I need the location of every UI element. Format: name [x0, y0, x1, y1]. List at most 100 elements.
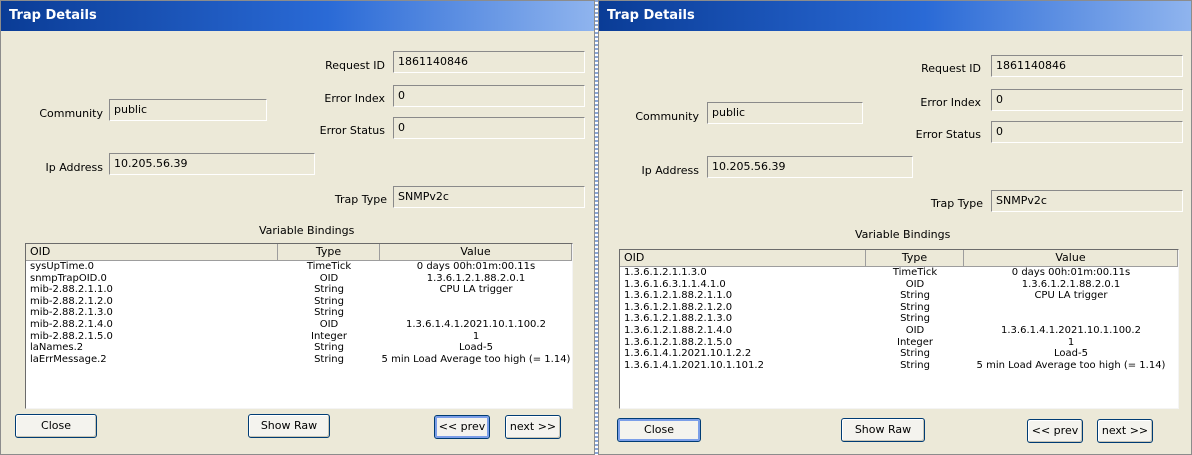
- oid-cell: laNames.2: [30, 342, 84, 354]
- value-cell: 1: [472, 330, 480, 342]
- type-cell: String: [900, 301, 930, 313]
- type-cell: OID: [319, 272, 339, 284]
- oid-cell: mib-2.88.2.1.3.0: [30, 307, 113, 319]
- table-row[interactable]: 1.3.6.1.2.1.88.2.1.4.0 OID 1.3.6.1.4.1.202…: [620, 325, 1178, 337]
- type-cell: String: [314, 307, 344, 319]
- variable-bindings-table[interactable]: OID Type Value 1.3.6.1.2.1.1.3.0 TimeTick…: [619, 249, 1179, 409]
- column-header-oid[interactable]: OID: [620, 250, 866, 267]
- oid-cell: 1.3.6.1.2.1.88.2.1.3.0: [624, 313, 733, 325]
- show-raw-button[interactable]: Show Raw: [248, 414, 330, 438]
- trap-details-dialog-numeric: Trap Details Request ID 1861140846 Error…: [598, 0, 1192, 455]
- prev-button[interactable]: << prev: [1027, 419, 1083, 443]
- next-button[interactable]: next >>: [1097, 419, 1153, 443]
- table-row[interactable]: laErrMessage.2 String 5 min Load Average t…: [26, 354, 572, 366]
- value-cell: CPU LA trigger: [439, 284, 513, 296]
- type-cell: String: [900, 290, 930, 302]
- value-cell: 1.3.6.1.2.1.88.2.0.1: [1021, 278, 1121, 290]
- close-button[interactable]: Close: [617, 418, 701, 442]
- table-row[interactable]: 1.3.6.1.2.1.88.2.1.1.0 String CPU LA trigg…: [620, 290, 1178, 302]
- table-row[interactable]: 1.3.6.1.2.1.88.2.1.2.0 String: [620, 302, 1178, 314]
- ip-address-field[interactable]: 10.205.56.39: [707, 156, 913, 178]
- ip-address-field[interactable]: 10.205.56.39: [109, 153, 315, 175]
- show-raw-button[interactable]: Show Raw: [841, 418, 925, 442]
- type-cell: OID: [319, 318, 339, 330]
- type-cell: String: [314, 284, 344, 296]
- table-row[interactable]: mib-2.88.2.1.5.0 Integer 1: [26, 331, 572, 343]
- column-header-type[interactable]: Type: [866, 250, 964, 267]
- request-id-field[interactable]: 1861140846: [393, 51, 585, 73]
- oid-cell: sysUpTime.0: [30, 261, 95, 272]
- table-row[interactable]: 1.3.6.1.2.1.88.2.1.5.0 Integer 1: [620, 337, 1178, 349]
- oid-cell: mib-2.88.2.1.1.0: [30, 284, 113, 296]
- dialog-title-bar: Trap Details: [599, 1, 1191, 31]
- error-status-label: Error Status: [915, 128, 981, 141]
- error-index-label: Error Index: [324, 92, 385, 105]
- error-status-field[interactable]: 0: [393, 117, 585, 139]
- close-button[interactable]: Close: [15, 414, 97, 438]
- value-cell: 0 days 00h:01m:00.11s: [416, 261, 536, 272]
- table-row[interactable]: mib-2.88.2.1.1.0 String CPU LA trigger: [26, 284, 572, 296]
- error-index-field[interactable]: 0: [991, 89, 1183, 111]
- value-cell: CPU LA trigger: [1034, 290, 1108, 302]
- error-index-field[interactable]: 0: [393, 85, 585, 107]
- trap-details-dialog-symbolic: Trap Details Request ID 1861140846 Error…: [0, 0, 595, 455]
- prev-button[interactable]: << prev: [434, 415, 490, 439]
- table-row[interactable]: 1.3.6.1.2.1.1.3.0 TimeTick 0 days 00h:01m:…: [620, 267, 1178, 279]
- trap-type-field[interactable]: SNMPv2c: [393, 186, 585, 208]
- oid-cell: snmpTrapOID.0: [30, 272, 107, 284]
- community-field[interactable]: public: [109, 99, 267, 121]
- type-cell: TimeTick: [892, 267, 938, 278]
- type-cell: String: [314, 295, 344, 307]
- variable-bindings-label: Variable Bindings: [855, 228, 951, 241]
- table-row[interactable]: mib-2.88.2.1.3.0 String: [26, 307, 572, 319]
- table-row[interactable]: snmpTrapOID.0 OID 1.3.6.1.2.1.88.2.0.1: [26, 273, 572, 285]
- request-id-field[interactable]: 1861140846: [991, 55, 1183, 77]
- ip-address-label: Ip Address: [641, 164, 699, 177]
- table-row[interactable]: laNames.2 String Load-5: [26, 342, 572, 354]
- oid-cell: 1.3.6.1.2.1.1.3.0: [624, 267, 707, 278]
- value-cell: Load-5: [1054, 348, 1088, 360]
- table-row[interactable]: 1.3.6.1.6.3.1.1.4.1.0 OID 1.3.6.1.2.1.88.2…: [620, 279, 1178, 291]
- trap-type-field[interactable]: SNMPv2c: [991, 190, 1183, 212]
- value-cell: 1: [1067, 336, 1075, 348]
- trap-type-label: Trap Type: [930, 197, 983, 210]
- value-cell: 5 min Load Average too high (= 1.14): [381, 353, 571, 365]
- ip-address-label: Ip Address: [45, 161, 103, 174]
- table-header: OID Type Value: [620, 250, 1178, 267]
- type-cell: String: [314, 353, 344, 365]
- oid-cell: 1.3.6.1.2.1.88.2.1.1.0: [624, 290, 733, 302]
- table-rows: sysUpTime.0 TimeTick 0 days 00h:01m:00.11s…: [26, 261, 572, 365]
- oid-cell: 1.3.6.1.4.1.2021.10.1.101.2: [624, 359, 764, 371]
- community-label: Community: [39, 107, 103, 120]
- oid-cell: 1.3.6.1.2.1.88.2.1.5.0: [624, 336, 733, 348]
- trap-type-label: Trap Type: [334, 193, 387, 206]
- table-rows: 1.3.6.1.2.1.1.3.0 TimeTick 0 days 00h:01m:…: [620, 267, 1178, 371]
- table-row[interactable]: sysUpTime.0 TimeTick 0 days 00h:01m:00.11s: [26, 261, 572, 273]
- table-header: OID Type Value: [26, 244, 572, 261]
- type-cell: TimeTick: [306, 261, 352, 272]
- type-cell: OID: [905, 324, 925, 336]
- next-button[interactable]: next >>: [505, 415, 561, 439]
- type-cell: Integer: [311, 330, 347, 342]
- community-label: Community: [635, 110, 699, 123]
- error-status-field[interactable]: 0: [991, 121, 1183, 143]
- variable-bindings-table[interactable]: OID Type Value sysUpTime.0 TimeTick 0 days…: [25, 243, 573, 409]
- variable-bindings-label: Variable Bindings: [259, 224, 355, 237]
- table-row[interactable]: mib-2.88.2.1.2.0 String: [26, 296, 572, 308]
- column-header-value[interactable]: Value: [964, 250, 1178, 267]
- request-id-label: Request ID: [921, 62, 981, 75]
- type-cell: String: [314, 342, 344, 354]
- oid-cell: mib-2.88.2.1.4.0: [30, 318, 113, 330]
- table-row[interactable]: 1.3.6.1.2.1.88.2.1.3.0 String: [620, 313, 1178, 325]
- table-row[interactable]: mib-2.88.2.1.4.0 OID 1.3.6.1.4.1.2021.10.1…: [26, 319, 572, 331]
- dialog-title-bar: Trap Details: [1, 1, 594, 31]
- error-status-label: Error Status: [319, 124, 385, 137]
- table-row[interactable]: 1.3.6.1.4.1.2021.10.1.101.2 String 5 min L…: [620, 360, 1178, 372]
- table-row[interactable]: 1.3.6.1.4.1.2021.10.1.2.2 String Load-5: [620, 348, 1178, 360]
- column-header-oid[interactable]: OID: [26, 244, 278, 261]
- community-field[interactable]: public: [707, 102, 863, 124]
- oid-cell: mib-2.88.2.1.5.0: [30, 330, 113, 342]
- column-header-value[interactable]: Value: [380, 244, 572, 261]
- column-header-type[interactable]: Type: [278, 244, 380, 261]
- type-cell: String: [900, 313, 930, 325]
